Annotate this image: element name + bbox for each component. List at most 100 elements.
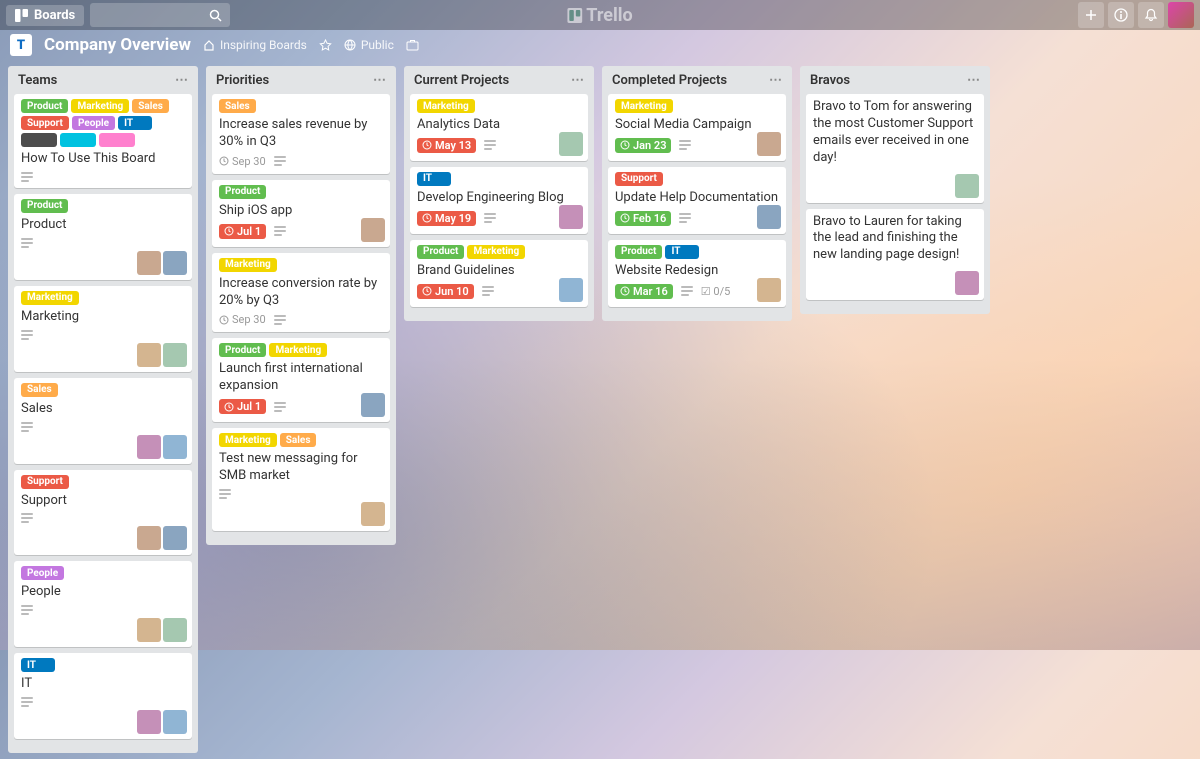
list-title[interactable]: Completed Projects xyxy=(612,73,727,88)
card-members xyxy=(137,526,187,550)
card[interactable]: SalesSales xyxy=(14,378,192,464)
member-avatar[interactable] xyxy=(137,251,161,275)
member-avatar[interactable] xyxy=(163,710,187,734)
card-members xyxy=(137,343,187,367)
card[interactable]: MarketingAnalytics DataMay 13 xyxy=(410,94,588,161)
member-avatar[interactable] xyxy=(163,435,187,459)
description-icon xyxy=(21,513,33,523)
member-avatar[interactable] xyxy=(757,205,781,229)
label: Marketing xyxy=(219,433,277,447)
description-icon xyxy=(484,213,496,223)
boards-label: Boards xyxy=(34,8,75,23)
card-title: Increase conversion rate by 20% by Q3 xyxy=(219,276,383,310)
card-title: Sales xyxy=(21,401,185,418)
card-labels: Marketing xyxy=(615,99,779,113)
card-badges: May 19 xyxy=(417,211,581,226)
card[interactable]: ProductMarketingLaunch first internation… xyxy=(212,338,390,422)
card-labels: ProductIT xyxy=(615,245,779,259)
card[interactable]: ProductProduct xyxy=(14,194,192,280)
search-input[interactable] xyxy=(90,3,230,27)
member-avatar[interactable] xyxy=(559,132,583,156)
list-menu-button[interactable]: ⋯ xyxy=(769,73,782,88)
description-icon xyxy=(274,226,286,236)
member-avatar[interactable] xyxy=(137,343,161,367)
member-avatar[interactable] xyxy=(361,502,385,526)
checklist-badge: ☑ 0/5 xyxy=(701,285,731,298)
card-labels: Support xyxy=(21,475,185,489)
card[interactable]: PeoplePeople xyxy=(14,561,192,647)
card[interactable]: ProductITWebsite RedesignMar 16☑ 0/5 xyxy=(608,240,786,307)
list-title[interactable]: Priorities xyxy=(216,73,269,88)
label: Support xyxy=(615,172,663,186)
board-title: Company Overview xyxy=(44,35,191,55)
member-avatar[interactable] xyxy=(955,271,979,295)
card[interactable]: ITIT xyxy=(14,653,192,739)
member-avatar[interactable] xyxy=(137,710,161,734)
user-avatar[interactable] xyxy=(1168,2,1194,28)
list-menu-button[interactable]: ⋯ xyxy=(967,73,980,88)
member-avatar[interactable] xyxy=(757,132,781,156)
info-button[interactable] xyxy=(1108,2,1134,28)
due-date-badge: Jan 23 xyxy=(615,138,671,153)
card-members xyxy=(137,710,187,734)
card[interactable]: ProductShip iOS appJul 1 xyxy=(212,180,390,247)
visibility-button[interactable]: Public xyxy=(344,38,394,52)
list-menu-button[interactable]: ⋯ xyxy=(571,73,584,88)
description-icon xyxy=(274,315,286,325)
list: Current Projects ⋯ MarketingAnalytics Data… xyxy=(404,66,594,321)
member-avatar[interactable] xyxy=(559,278,583,302)
member-avatar[interactable] xyxy=(361,393,385,417)
card[interactable]: ProductMarketingBrand GuidelinesJun 10 xyxy=(410,240,588,307)
globe-icon xyxy=(344,39,356,51)
card-title: Update Help Documentation xyxy=(615,190,779,207)
card[interactable]: Bravo to Lauren for taking the lead and … xyxy=(806,209,984,301)
member-avatar[interactable] xyxy=(163,251,187,275)
card-members xyxy=(559,132,583,156)
card-labels: Support xyxy=(615,172,779,186)
label: People xyxy=(72,116,115,130)
member-avatar[interactable] xyxy=(137,618,161,642)
card[interactable]: SupportSupport xyxy=(14,470,192,556)
card[interactable]: MarketingSalesTest new messaging for SMB… xyxy=(212,428,390,531)
member-avatar[interactable] xyxy=(757,278,781,302)
card[interactable]: MarketingIncrease conversion rate by 20%… xyxy=(212,253,390,333)
card-members xyxy=(137,435,187,459)
list: Completed Projects ⋯ MarketingSocial Media… xyxy=(602,66,792,321)
card-title: Brand Guidelines xyxy=(417,263,581,280)
card[interactable]: MarketingMarketing xyxy=(14,286,192,372)
card[interactable]: MarketingSocial Media CampaignJan 23 xyxy=(608,94,786,161)
member-avatar[interactable] xyxy=(163,343,187,367)
card-title: Test new messaging for SMB market xyxy=(219,451,383,485)
list-title[interactable]: Current Projects xyxy=(414,73,509,88)
calendar-button[interactable] xyxy=(406,39,419,51)
member-avatar[interactable] xyxy=(955,174,979,198)
notifications-button[interactable] xyxy=(1138,2,1164,28)
member-avatar[interactable] xyxy=(163,526,187,550)
card[interactable]: ProductMarketingSalesSupportPeopleITHow … xyxy=(14,94,192,188)
add-button[interactable] xyxy=(1078,2,1104,28)
member-avatar[interactable] xyxy=(163,618,187,642)
list-menu-button[interactable]: ⋯ xyxy=(175,73,188,88)
card[interactable]: SalesIncrease sales revenue by 30% in Q3… xyxy=(212,94,390,174)
list-title[interactable]: Bravos xyxy=(810,73,850,88)
star-button[interactable] xyxy=(319,39,332,52)
list-title[interactable]: Teams xyxy=(18,73,57,88)
member-avatar[interactable] xyxy=(559,205,583,229)
boards-button[interactable]: Boards xyxy=(6,5,84,26)
card-members xyxy=(137,251,187,275)
member-avatar[interactable] xyxy=(137,526,161,550)
card[interactable]: Bravo to Tom for answering the most Cust… xyxy=(806,94,984,203)
star-icon xyxy=(319,39,332,52)
card[interactable]: ITDevelop Engineering BlogMay 19 xyxy=(410,167,588,234)
label: Marketing xyxy=(417,99,475,113)
card-title: People xyxy=(21,584,185,601)
card-members xyxy=(361,393,385,417)
inspiring-boards-link[interactable]: Inspiring Boards xyxy=(203,38,307,52)
trello-logo[interactable]: Trello xyxy=(567,5,632,26)
member-avatar[interactable] xyxy=(361,218,385,242)
label: Marketing xyxy=(21,291,79,305)
list-menu-button[interactable]: ⋯ xyxy=(373,73,386,88)
card[interactable]: SupportUpdate Help DocumentationFeb 16 xyxy=(608,167,786,234)
card-labels: ProductMarketing xyxy=(417,245,581,259)
member-avatar[interactable] xyxy=(137,435,161,459)
